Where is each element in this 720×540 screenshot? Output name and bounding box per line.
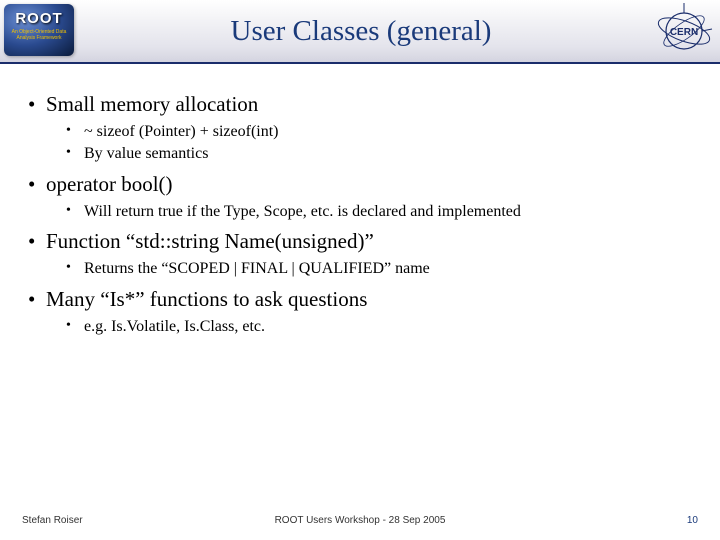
list-item: Small memory allocation ~ sizeof (Pointe… <box>24 92 696 166</box>
sub-list: ~ sizeof (Pointer) + sizeof(int) By valu… <box>46 121 696 166</box>
sub-list-item: By value semantics <box>46 143 696 165</box>
bullet-text: Function “std::string Name(unsigned)” <box>46 229 374 253</box>
footer-center: ROOT Users Workshop - 28 Sep 2005 <box>0 515 720 526</box>
cern-logo-text: CERN <box>670 27 698 38</box>
footer-author: Stefan Roiser <box>22 515 83 526</box>
sub-list-item: e.g. Is.Volatile, Is.Class, etc. <box>46 316 696 338</box>
bullet-list: Small memory allocation ~ sizeof (Pointe… <box>24 92 696 338</box>
root-logo-text: ROOT <box>4 10 74 27</box>
list-item: operator bool() Will return true if the … <box>24 172 696 223</box>
root-logo: ROOT An Object-Oriented Data Analysis Fr… <box>4 4 78 60</box>
sub-list-item: ~ sizeof (Pointer) + sizeof(int) <box>46 121 696 143</box>
root-logo-subtitle: An Object-Oriented Data Analysis Framewo… <box>8 30 70 41</box>
sub-list: e.g. Is.Volatile, Is.Class, etc. <box>46 316 696 338</box>
bullet-text: Small memory allocation <box>46 92 258 116</box>
sub-list: Will return true if the Type, Scope, etc… <box>46 201 696 223</box>
list-item: Function “std::string Name(unsigned)” Re… <box>24 229 696 280</box>
list-item: Many “Is*” functions to ask questions e.… <box>24 287 696 338</box>
bullet-text: operator bool() <box>46 172 173 196</box>
sub-list: Returns the “SCOPED | FINAL | QUALIFIED”… <box>46 258 696 280</box>
bullet-text: Many “Is*” functions to ask questions <box>46 287 367 311</box>
slide-content: Small memory allocation ~ sizeof (Pointe… <box>0 64 720 338</box>
slide-footer: Stefan Roiser ROOT Users Workshop - 28 S… <box>0 515 720 526</box>
footer-page-number: 10 <box>687 515 698 526</box>
sub-list-item: Returns the “SCOPED | FINAL | QUALIFIED”… <box>46 258 696 280</box>
slide-header: ROOT An Object-Oriented Data Analysis Fr… <box>0 0 720 64</box>
slide-title: User Classes (general) <box>78 15 654 48</box>
sub-list-item: Will return true if the Type, Scope, etc… <box>46 201 696 223</box>
cern-logo: CERN <box>654 3 714 59</box>
